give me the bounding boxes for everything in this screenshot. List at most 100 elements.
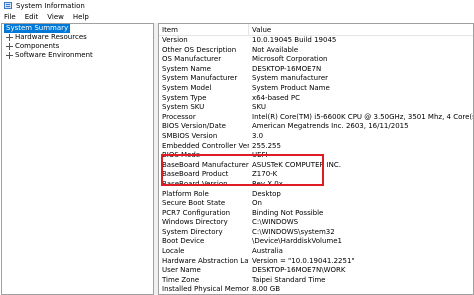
menu-bar: File Edit View Help <box>0 11 474 23</box>
cell-value: 10.0.19045 Build 19045 <box>252 36 337 44</box>
cell-value: 3.0 <box>252 131 264 140</box>
cell-item: Platform Role <box>162 189 209 198</box>
table-row[interactable]: User Name DESKTOP-16MOE7N\WORK <box>159 266 473 276</box>
cell-value: SKU <box>252 103 266 112</box>
cell-item: Windows Directory <box>162 218 228 227</box>
cell-item: PCR7 Configuration <box>162 208 231 217</box>
cell-value: \Device\HarddiskVolume1 <box>252 237 342 246</box>
cell-item: BaseBoard Version <box>162 179 228 188</box>
cell-value: 255.255 <box>252 141 281 150</box>
table-row[interactable]: BIOS Version/Date American Megatrends Inc… <box>159 122 473 132</box>
tree-item-label: Components <box>15 42 60 50</box>
table-row[interactable]: System Manufacturer System manufacturer <box>159 74 473 84</box>
table-row[interactable]: Installed Physical Memory (RAM)8.00 GB <box>159 285 473 294</box>
table-row[interactable]: Windows Directory C:\WINDOWS <box>159 218 473 228</box>
cell-item: Hardware Abstraction Layer <box>162 256 249 265</box>
column-header-item[interactable]: Item <box>159 24 249 35</box>
cell-item: System Type <box>162 93 207 102</box>
expand-plus-icon[interactable] <box>6 34 13 41</box>
tree-item-label: Hardware Resources <box>15 33 87 41</box>
window-title: System Information <box>16 1 85 10</box>
cell-value: DESKTOP-16MOE7N <box>252 64 322 73</box>
cell-value: Not Available <box>252 45 299 54</box>
table-row[interactable]: Embedded Controller Version255.255 <box>159 142 473 152</box>
details-table[interactable]: Item Value Version 10.0.19045 Build 19045… <box>158 23 474 295</box>
category-tree[interactable]: System Summary Hardware Resources Compon… <box>1 23 154 295</box>
cell-value: Taipei Standard Time <box>252 275 326 284</box>
table-row[interactable]: Boot Device \Device\HarddiskVolume1 <box>159 237 473 247</box>
cell-item: System Manufacturer <box>162 74 238 83</box>
table-row[interactable]: OS Manufacturer Microsoft Corporation <box>159 55 473 65</box>
cell-value: 8.00 GB <box>252 285 281 294</box>
table-row[interactable]: Locale Australia <box>159 247 473 257</box>
cell-item: Boot Device <box>162 237 205 246</box>
cell-value: Desktop <box>252 189 281 198</box>
cell-value: DESKTOP-16MOE7N\WORK <box>252 266 346 275</box>
cell-item: Time Zone <box>162 275 200 284</box>
tree-item-components[interactable]: Components <box>2 42 153 51</box>
cell-value: Binding Not Possible <box>252 208 324 217</box>
tree-item-label: Software Environment <box>15 51 93 59</box>
cell-item: System Name <box>162 64 211 73</box>
table-row[interactable]: BaseBoard Version Rev X.0x <box>159 180 473 190</box>
menu-help[interactable]: Help <box>69 13 94 21</box>
cell-value: System Product Name <box>252 83 330 92</box>
cell-value: UEFI <box>252 151 268 160</box>
cell-item: SMBIOS Version <box>162 131 218 140</box>
table-row[interactable]: Hardware Abstraction LayerVersion = "10.… <box>159 257 473 267</box>
cell-value: System manufacturer <box>252 74 329 83</box>
cell-value: ASUSTeK COMPUTER INC. <box>252 160 341 169</box>
table-row[interactable]: BaseBoard Manufacturer ASUSTeK COMPUTER I… <box>159 161 473 171</box>
cell-value: C:\WINDOWS <box>252 218 299 227</box>
cell-item: System Directory <box>162 227 223 236</box>
table-row[interactable]: BIOS Mode UEFI <box>159 151 473 161</box>
table-row[interactable]: Version 10.0.19045 Build 19045 <box>159 36 473 46</box>
table-row[interactable]: Platform Role Desktop <box>159 190 473 200</box>
table-row[interactable]: System Type x64-based PC <box>159 94 473 104</box>
cell-item: System SKU <box>162 103 205 112</box>
title-bar: System Information <box>0 0 474 11</box>
table-row[interactable]: Other OS Description Not Available <box>159 46 473 56</box>
tree-item-software-environment[interactable]: Software Environment <box>2 51 153 60</box>
table-row[interactable]: Processor Intel(R) Core(TM) i5-6600K CPU … <box>159 113 473 123</box>
cell-item: Secure Boot State <box>162 199 226 208</box>
menu-file[interactable]: File <box>0 13 21 21</box>
table-row[interactable]: System Model System Product Name <box>159 84 473 94</box>
system-information-icon <box>4 2 12 9</box>
cell-value: Version = "10.0.19041.2251" <box>252 256 355 265</box>
tree-item-label: System Summary <box>4 24 71 33</box>
menu-edit[interactable]: Edit <box>21 13 44 21</box>
table-row[interactable]: System Directory C:\WINDOWS\system32 <box>159 228 473 238</box>
cell-value: C:\WINDOWS\system32 <box>252 227 335 236</box>
table-row[interactable]: Time Zone Taipei Standard Time <box>159 276 473 286</box>
table-row[interactable]: System Name DESKTOP-16MOE7N <box>159 65 473 75</box>
cell-value: Rev X.0x <box>252 179 283 188</box>
cell-item: Other OS Description <box>162 45 237 54</box>
table-row[interactable]: BaseBoard Product Z170-K <box>159 170 473 180</box>
cell-value: On <box>252 199 262 208</box>
table-row[interactable]: PCR7 Configuration Binding Not Possible <box>159 209 473 219</box>
table-header: Item Value <box>159 24 473 36</box>
cell-value: Australia <box>252 247 283 256</box>
cell-item: System Model <box>162 83 212 92</box>
cell-value: x64-based PC <box>252 93 301 102</box>
table-row[interactable]: System SKU SKU <box>159 103 473 113</box>
cell-item: BaseBoard Product <box>162 170 229 179</box>
cell-value: Z170-K <box>252 170 278 179</box>
expand-plus-icon[interactable] <box>6 52 13 59</box>
table-body: Version 10.0.19045 Build 19045 Other OS De… <box>159 36 473 294</box>
cell-value: Intel(R) Core(TM) i5-6600K CPU @ 3.50GHz… <box>252 112 473 121</box>
tree-item-hardware-resources[interactable]: Hardware Resources <box>2 33 153 42</box>
tree-item-system-summary[interactable]: System Summary <box>2 24 153 33</box>
expand-plus-icon[interactable] <box>6 43 13 50</box>
cell-value: American Megatrends Inc. 2603, 16/11/201… <box>252 122 409 131</box>
menu-view[interactable]: View <box>43 13 69 21</box>
column-header-value[interactable]: Value <box>249 24 473 35</box>
table-row[interactable]: SMBIOS Version 3.0 <box>159 132 473 142</box>
table-row[interactable]: Secure Boot State On <box>159 199 473 209</box>
cell-item: BIOS Version/Date <box>162 122 226 131</box>
cell-value: Microsoft Corporation <box>252 55 328 64</box>
cell-item: Version <box>162 36 188 44</box>
cell-item: Embedded Controller Version <box>162 141 249 150</box>
cell-item: User Name <box>162 266 201 275</box>
